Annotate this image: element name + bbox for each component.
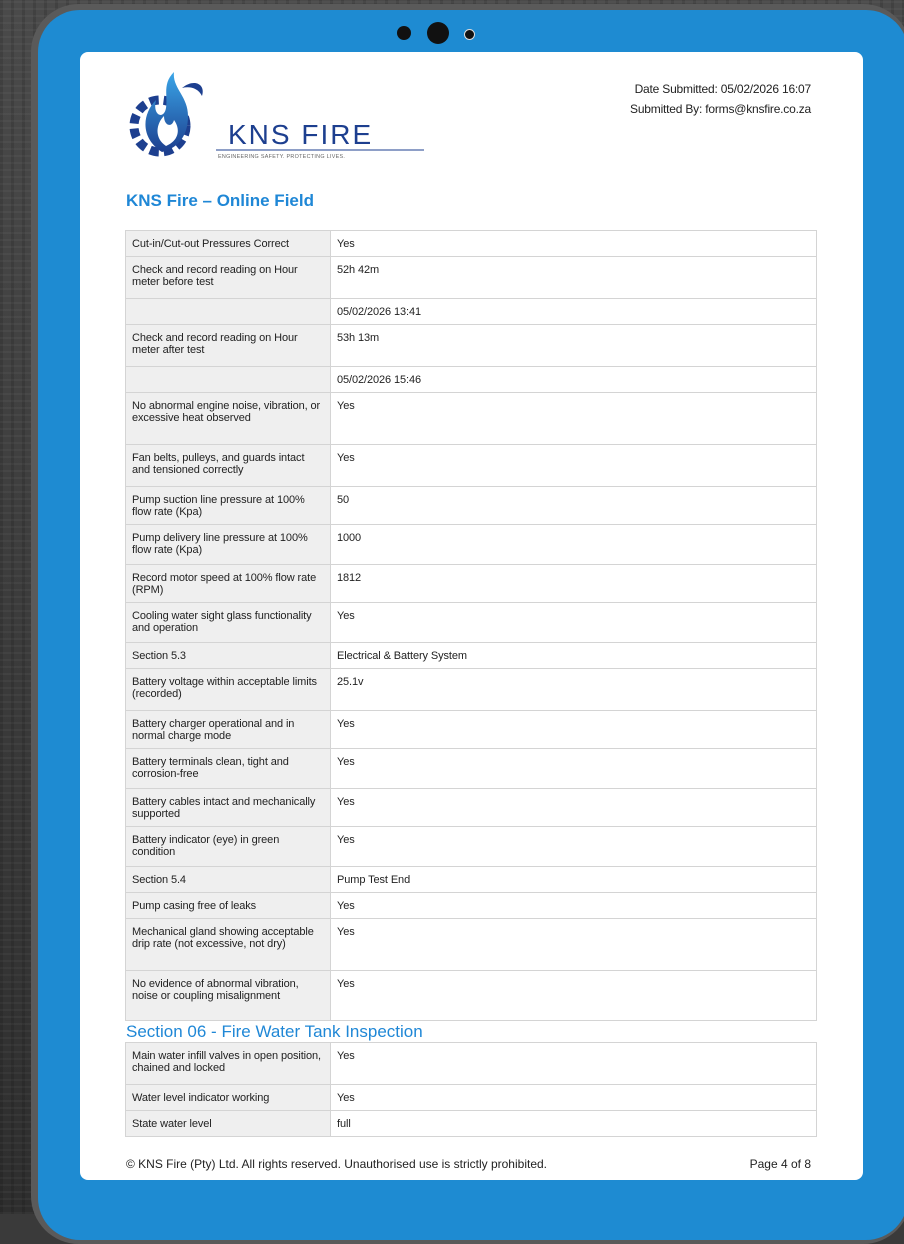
question-cell: Check and record reading on Hour meter a… [125, 324, 331, 367]
table-row: Battery terminals clean, tight and corro… [125, 748, 817, 789]
table-row: Fan belts, pulleys, and guards intact an… [125, 444, 817, 487]
answer-cell: Yes [330, 826, 817, 867]
table-row: Check and record reading on Hour meter b… [125, 256, 817, 299]
table-row: Battery charger operational and in norma… [125, 710, 817, 749]
question-cell: Battery charger operational and in norma… [125, 710, 331, 749]
question-cell: Water level indicator working [125, 1084, 331, 1111]
answer-cell: 52h 42m [330, 256, 817, 299]
table-row: 05/02/2026 15:46 [125, 366, 817, 393]
question-cell: No evidence of abnormal vibration, noise… [125, 970, 331, 1021]
question-cell: Battery cables intact and mechanically s… [125, 788, 331, 827]
answer-cell: Yes [330, 392, 817, 445]
camera-lens [427, 22, 449, 44]
answer-cell: Electrical & Battery System [330, 642, 817, 669]
kns-fire-logo: KNS FIRE ENGINEERING SAFETY. PROTECTING … [129, 72, 424, 160]
table-row: Section 5.3 Electrical & Battery System [125, 642, 817, 669]
table-row: Battery indicator (eye) in green conditi… [125, 826, 817, 867]
table-row: Battery voltage within acceptable limits… [125, 668, 817, 711]
answer-cell: Yes [330, 748, 817, 789]
question-cell: Check and record reading on Hour meter b… [125, 256, 331, 299]
table-row: 05/02/2026 13:41 [125, 298, 817, 325]
question-cell [125, 366, 331, 393]
brand-tagline: ENGINEERING SAFETY. PROTECTING LIVES. [218, 154, 345, 160]
brand-name: KNS FIRE [228, 119, 373, 150]
camera-sensor [464, 29, 475, 40]
question-cell: State water level [125, 1110, 331, 1137]
question-cell: Fan belts, pulleys, and guards intact an… [125, 444, 331, 487]
table-row: No evidence of abnormal vibration, noise… [125, 970, 817, 1021]
question-cell: Section 5.3 [125, 642, 331, 669]
table-row: Pump suction line pressure at 100% flow … [125, 486, 817, 525]
answer-cell: 1812 [330, 564, 817, 603]
answer-cell: 05/02/2026 15:46 [330, 366, 817, 393]
question-cell: Mechanical gland showing acceptable drip… [125, 918, 331, 971]
section-06-heading: Section 06 - Fire Water Tank Inspection [126, 1022, 423, 1041]
table-row: Water level indicator working Yes [125, 1084, 817, 1111]
answer-cell: Yes [330, 918, 817, 971]
document-page: KNS FIRE ENGINEERING SAFETY. PROTECTING … [80, 52, 863, 1180]
answer-cell: Yes [330, 1042, 817, 1085]
tank-inspection-table: Main water infill valves in open positio… [125, 1042, 817, 1137]
question-cell: Record motor speed at 100% flow rate (RP… [125, 564, 331, 603]
question-cell: Battery indicator (eye) in green conditi… [125, 826, 331, 867]
submission-info: Date Submitted: 05/02/2026 16:07 Submitt… [630, 79, 811, 119]
table-row: Battery cables intact and mechanically s… [125, 788, 817, 827]
answer-cell: Yes [330, 710, 817, 749]
answer-cell: Yes [330, 788, 817, 827]
date-submitted: Date Submitted: 05/02/2026 16:07 [634, 82, 812, 96]
answer-cell: Yes [330, 602, 817, 643]
question-cell: Battery terminals clean, tight and corro… [125, 748, 331, 789]
answer-cell: Pump Test End [330, 866, 817, 893]
table-row: Record motor speed at 100% flow rate (RP… [125, 564, 817, 603]
question-cell: Pump casing free of leaks [125, 892, 331, 919]
footer-copyright: © KNS Fire (Pty) Ltd. All rights reserve… [126, 1157, 548, 1171]
table-row: Cut-in/Cut-out Pressures Correct Yes [125, 230, 817, 257]
camera-dot-left [397, 26, 411, 40]
answer-cell: 25.1v [330, 668, 817, 711]
question-cell: Battery voltage within acceptable limits… [125, 668, 331, 711]
table-row: Main water infill valves in open positio… [125, 1042, 817, 1085]
question-cell [125, 298, 331, 325]
answer-cell: Yes [330, 444, 817, 487]
table-row: Cooling water sight glass functionality … [125, 602, 817, 643]
question-cell: No abnormal engine noise, vibration, or … [125, 392, 331, 445]
answer-cell: Yes [330, 230, 817, 257]
gear-flame-icon [129, 72, 203, 157]
document-title: KNS Fire – Online Field [126, 191, 314, 210]
answer-cell: 53h 13m [330, 324, 817, 367]
answer-cell: 50 [330, 486, 817, 525]
table-row: Mechanical gland showing acceptable drip… [125, 918, 817, 971]
question-cell: Cooling water sight glass functionality … [125, 602, 331, 643]
answer-cell: Yes [330, 892, 817, 919]
question-cell: Pump suction line pressure at 100% flow … [125, 486, 331, 525]
question-cell: Pump delivery line pressure at 100% flow… [125, 524, 331, 565]
page-number: Page 4 of 8 [749, 1157, 811, 1171]
question-cell: Cut-in/Cut-out Pressures Correct [125, 230, 331, 257]
submitted-by: Submitted By: forms@knsfire.co.za [630, 102, 811, 116]
table-row: State water level full [125, 1110, 817, 1137]
table-row: Pump delivery line pressure at 100% flow… [125, 524, 817, 565]
table-row: Section 5.4 Pump Test End [125, 866, 817, 893]
question-cell: Main water infill valves in open positio… [125, 1042, 331, 1085]
answer-cell: full [330, 1110, 817, 1137]
answer-cell: Yes [330, 1084, 817, 1111]
answer-cell: Yes [330, 970, 817, 1021]
field-table: Cut-in/Cut-out Pressures Correct Yes Chec… [125, 230, 817, 1021]
table-row: Check and record reading on Hour meter a… [125, 324, 817, 367]
question-cell: Section 5.4 [125, 866, 331, 893]
table-row: Pump casing free of leaks Yes [125, 892, 817, 919]
answer-cell: 05/02/2026 13:41 [330, 298, 817, 325]
answer-cell: 1000 [330, 524, 817, 565]
table-row: No abnormal engine noise, vibration, or … [125, 392, 817, 445]
